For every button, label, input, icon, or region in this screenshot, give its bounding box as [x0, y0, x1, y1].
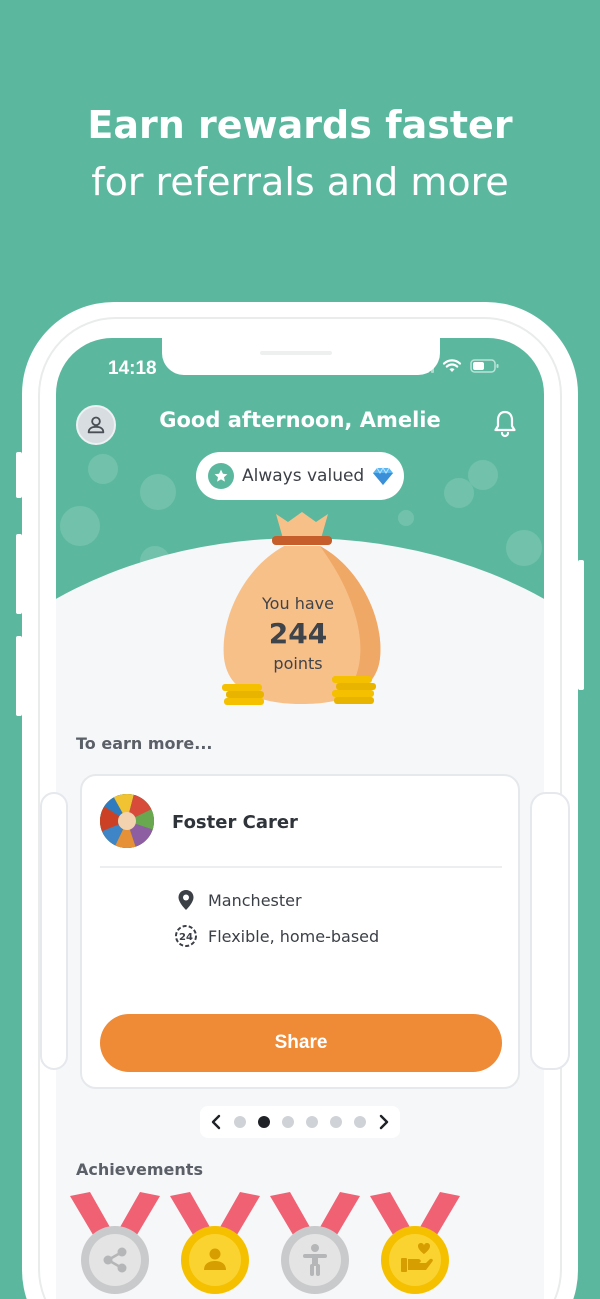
status-time: 14:18 [108, 358, 157, 379]
decor-bubble [398, 510, 414, 526]
pager-dot[interactable] [330, 1116, 342, 1128]
pager-dot[interactable] [282, 1116, 294, 1128]
achievements-title: Achievements [76, 1160, 203, 1179]
achievement-medal-profile[interactable] [168, 1192, 262, 1299]
phone-volume-up [16, 534, 22, 614]
battery-icon [470, 359, 499, 373]
share-button[interactable]: Share [100, 1014, 502, 1072]
chevron-left-icon[interactable] [210, 1114, 222, 1130]
achievement-medal-accessibility[interactable] [268, 1192, 362, 1299]
schedule-row: 24 Flexible, home-based [174, 924, 379, 948]
points-summary: You have 244 points [228, 594, 368, 673]
next-card-peek[interactable] [530, 792, 570, 1070]
diamond-icon [373, 467, 394, 485]
location-text: Manchester [208, 890, 302, 910]
phone-mute-switch [16, 452, 22, 498]
phone-power-button [578, 560, 584, 690]
status-icons [416, 358, 500, 374]
pager-dot-active[interactable] [258, 1116, 270, 1128]
carousel-pager [200, 1106, 400, 1138]
decor-coin [140, 474, 176, 510]
speaker-grille [260, 351, 332, 355]
points-suffix: points [273, 654, 323, 673]
greeting-text: Good afternoon, Amelie [159, 408, 441, 432]
user-icon [87, 416, 105, 434]
phone-notch [162, 337, 440, 375]
decor-bubble [468, 460, 498, 490]
card-divider [100, 866, 502, 868]
svg-text:24: 24 [179, 932, 193, 943]
schedule-text: Flexible, home-based [208, 926, 380, 946]
job-image [100, 794, 154, 848]
gold-coins-left [222, 684, 264, 705]
wifi-icon [442, 359, 462, 372]
location-pin-icon [174, 888, 198, 912]
status-badge[interactable]: Always valued [196, 452, 404, 500]
star-icon [208, 463, 234, 489]
pager-dot[interactable] [354, 1116, 366, 1128]
pager-dot[interactable] [306, 1116, 318, 1128]
promo-headline: Earn rewards faster for referrals and mo… [0, 98, 600, 212]
profile-avatar-button[interactable] [76, 405, 116, 445]
location-row: Manchester [174, 888, 302, 912]
phone-volume-down [16, 636, 22, 716]
points-prefix: You have [262, 594, 334, 613]
decor-bubble [60, 506, 100, 546]
opportunity-card[interactable]: Foster Carer Manchester 24 Flexible, hom… [80, 774, 520, 1089]
decor-bubble [506, 530, 542, 566]
headline-line-1: Earn rewards faster [87, 103, 513, 147]
badge-label: Always valued [242, 466, 365, 486]
headline-line-2: for referrals and more [91, 160, 509, 204]
chevron-right-icon[interactable] [378, 1114, 390, 1130]
points-value: 244 [268, 617, 328, 650]
achievement-medal-helping-hand[interactable] [368, 1192, 462, 1299]
decor-bubble [88, 454, 118, 484]
pager-dot[interactable] [234, 1116, 246, 1128]
gold-coins-right [332, 676, 376, 704]
notifications-bell-icon[interactable] [491, 408, 519, 438]
previous-card-peek[interactable] [40, 792, 68, 1070]
24-hours-icon: 24 [174, 924, 198, 948]
cellular-signal-icon [416, 359, 434, 373]
earn-section-title: To earn more... [76, 734, 213, 753]
achievement-medal-share[interactable] [68, 1192, 162, 1299]
job-title: Foster Carer [172, 812, 298, 833]
